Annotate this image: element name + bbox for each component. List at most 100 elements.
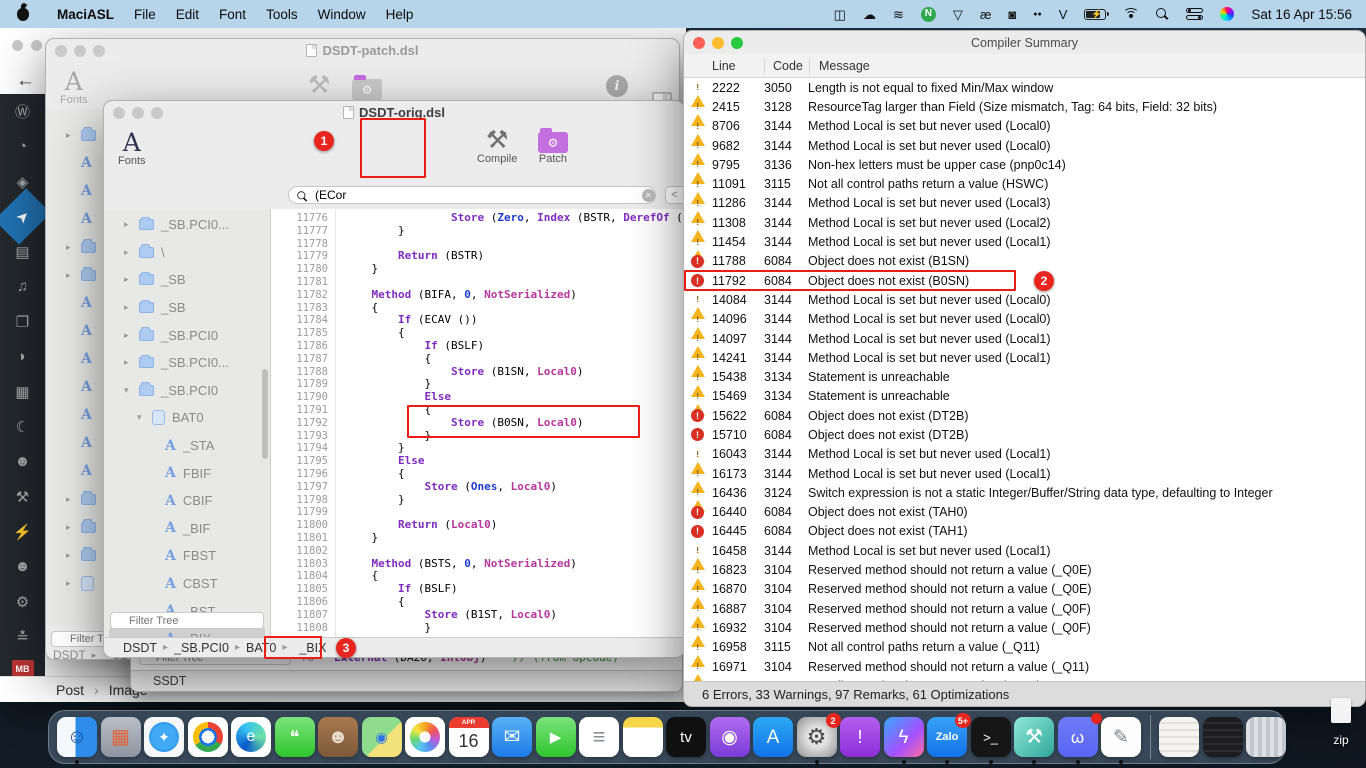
dock-reminders-icon[interactable]: ≡ — [579, 717, 619, 757]
compiler-row[interactable]: 154383134Statement is unreachable — [684, 367, 1365, 386]
notion-icon[interactable]: N — [921, 7, 936, 22]
breadcrumb-item[interactable]: DSDT — [53, 648, 86, 662]
dock-contacts-icon[interactable]: ☻ — [318, 717, 358, 757]
compiler-row[interactable]: 24153128ResourceTag larger than Field (S… — [684, 97, 1365, 116]
chevron-icon[interactable]: ▸ — [124, 330, 132, 341]
chevron-icon[interactable]: ▸ — [124, 247, 132, 258]
close-icon[interactable] — [113, 107, 125, 119]
dock-notes-icon[interactable] — [623, 717, 663, 757]
minimize-icon[interactable] — [132, 107, 144, 119]
patch-icon[interactable]: ⚙ — [352, 79, 382, 100]
dock-finder-icon[interactable]: ☺ — [57, 717, 97, 757]
compiler-row[interactable]: 114543144Method Local is set but never u… — [684, 232, 1365, 251]
compiler-row[interactable]: 168703104Reserved method should not retu… — [684, 580, 1365, 599]
dock-zalo-icon[interactable]: Zalo5+ — [927, 717, 967, 757]
zip-file-icon[interactable] — [1331, 698, 1351, 723]
tree-item-_bif[interactable]: A_BIF — [109, 515, 265, 543]
dock-safari-icon[interactable]: ✦ — [144, 717, 184, 757]
dock-chrome-icon[interactable] — [188, 717, 228, 757]
compiler-row[interactable]: 164583144Method Local is set but never u… — [684, 541, 1365, 560]
dock-calendar-icon[interactable]: APR16 — [449, 717, 489, 757]
dark-mode-icon[interactable]: ☾ — [0, 409, 45, 444]
control-center-icon[interactable] — [1186, 8, 1203, 20]
menu-item-window[interactable]: Window — [308, 7, 376, 22]
compiler-row[interactable]: 140963144Method Local is set but never u… — [684, 310, 1365, 329]
tab-ssdt[interactable]: SSDT — [153, 674, 186, 688]
dock-podcasts-icon[interactable]: ◉ — [710, 717, 750, 757]
menu-item-font[interactable]: Font — [209, 7, 256, 22]
chevron-icon[interactable]: ▸ — [124, 302, 132, 313]
dock-feedback-assistant-icon[interactable]: ! — [840, 717, 880, 757]
settings-icon[interactable]: ⚙ — [0, 584, 45, 619]
compiler-row[interactable]: 140973144Method Local is set but never u… — [684, 329, 1365, 348]
compiler-row[interactable]: 96823144Method Local is set but never us… — [684, 136, 1365, 155]
close-icon[interactable] — [55, 45, 67, 57]
pages-icon[interactable]: ❐ — [0, 304, 45, 339]
breadcrumb-item-dsdt[interactable]: DSDT — [123, 641, 157, 655]
tree-sidebar[interactable]: ▸_SB.PCI0...▸\▸_SB▸_SB▸_SB.PCI0▸_SB.PCI0… — [104, 209, 271, 637]
tree-item-cbst[interactable]: ACBST — [109, 570, 265, 598]
apple-menu-icon[interactable] — [17, 8, 29, 21]
dock-mail-icon[interactable]: ✉ — [492, 717, 532, 757]
compiler-row[interactable]: 97953136Non-hex letters must be upper ca… — [684, 155, 1365, 174]
tree-item-_sbpci0[interactable]: ▸_SB.PCI0 — [109, 321, 265, 349]
zoom-icon[interactable] — [93, 45, 105, 57]
blocks-icon[interactable]: ▦ — [0, 374, 45, 409]
filter-tree-input[interactable] — [110, 612, 264, 629]
chevron-icon[interactable]: ▸ — [124, 219, 132, 230]
tree-item-_sbpci0[interactable]: ▸_SB.PCI0... — [109, 211, 265, 239]
menu-item-file[interactable]: File — [124, 7, 166, 22]
dock-system-preferences-icon[interactable]: ⚙2 — [797, 717, 837, 757]
dashboard-icon[interactable]: ◔ — [0, 129, 45, 164]
flickr-icon[interactable]: ●● — [1033, 11, 1041, 18]
patch-titlebar[interactable]: DSDT-patch.dsl — [46, 39, 679, 62]
tools-icon[interactable]: ⚒ — [0, 479, 45, 514]
compiler-row[interactable]: 140843144Method Local is set but never u… — [684, 290, 1365, 309]
dock-photos-icon[interactable] — [405, 717, 445, 757]
siri-icon[interactable] — [1220, 7, 1234, 21]
search-input[interactable] — [288, 186, 656, 204]
dock-app-store-icon[interactable]: A — [753, 717, 793, 757]
close-icon[interactable] — [693, 37, 705, 49]
chevron-icon[interactable]: ▾ — [137, 412, 145, 423]
column-code[interactable]: Code — [765, 59, 809, 73]
spotlight-icon[interactable] — [1156, 8, 1169, 21]
minimize-icon[interactable] — [74, 45, 86, 57]
time-machine-icon[interactable]: ◙ — [1008, 8, 1016, 21]
zoom-icon[interactable] — [151, 107, 163, 119]
menu-item-edit[interactable]: Edit — [166, 7, 209, 22]
patch-button[interactable]: ⚙ Patch — [538, 132, 568, 165]
breadcrumb-item-_sbpci0[interactable]: _SB.PCI0 — [174, 641, 229, 655]
zip-file-label[interactable]: zip — [1318, 733, 1364, 747]
compiler-row[interactable]: 168873104Reserved method should not retu… — [684, 599, 1365, 618]
tree-item-cbif[interactable]: ACBIF — [109, 487, 265, 515]
compiler-row[interactable]: !157106084Object does not exist (DT2B) — [684, 425, 1365, 444]
v-app-icon[interactable]: V — [1059, 8, 1068, 21]
compiler-row[interactable]: 169583115Not all control paths return a … — [684, 638, 1365, 657]
compiler-row[interactable]: !164406084Object does not exist (TAH0) — [684, 503, 1365, 522]
menu-item-help[interactable]: Help — [376, 7, 424, 22]
menu-item-tools[interactable]: Tools — [256, 7, 308, 22]
wifi-icon[interactable] — [1123, 8, 1139, 20]
dock-minimized-window-terminal-icon[interactable] — [1203, 717, 1243, 757]
chevron-icon[interactable]: ▸ — [124, 357, 132, 368]
users-icon[interactable]: ☻ — [0, 549, 45, 584]
compiler-row[interactable]: 112863144Method Local is set but never u… — [684, 194, 1365, 213]
chevron-icon[interactable]: ▸ — [124, 274, 132, 285]
column-line[interactable]: Line — [712, 59, 764, 73]
tree-item-fbst[interactable]: AFBST — [109, 542, 265, 570]
dock-messenger-icon[interactable]: ϟ — [884, 717, 924, 757]
profile-icon[interactable]: ☻ — [0, 444, 45, 479]
menu-clock[interactable]: Sat 16 Apr 15:56 — [1251, 7, 1352, 22]
compiler-row[interactable]: 169323104Reserved method should not retu… — [684, 618, 1365, 637]
compiler-row[interactable]: 161733144Method Local is set but never u… — [684, 464, 1365, 483]
compiler-row[interactable]: 160433144Method Local is set but never u… — [684, 445, 1365, 464]
column-message[interactable]: Message — [810, 59, 1365, 73]
audio-icon[interactable]: ♫ — [0, 269, 45, 304]
compile-button[interactable]: ⚒ Compile — [477, 128, 517, 165]
tree-item-_sbpci0[interactable]: ▾_SB.PCI0 — [109, 377, 265, 405]
fonts-button[interactable]: A Fonts — [60, 69, 88, 106]
signal-waves-icon[interactable]: ≋ — [893, 8, 904, 21]
battery-charging-icon[interactable]: ⚡ — [1084, 9, 1106, 20]
compiler-row[interactable]: 113083144Method Local is set but never u… — [684, 213, 1365, 232]
